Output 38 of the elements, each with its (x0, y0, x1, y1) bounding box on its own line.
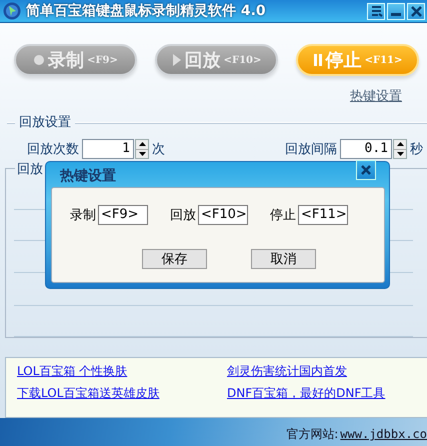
interval-label: 回放间隔 (285, 141, 337, 158)
close-icon (361, 165, 371, 175)
cancel-button[interactable]: 取消 (251, 249, 316, 269)
unit-label: 次 (152, 141, 165, 158)
spin-arrows-icon[interactable] (393, 139, 407, 159)
window-title: 简单百宝箱键盘鼠标录制精灵软件 4.0 (26, 2, 267, 20)
group-title: 回放设置 (19, 114, 71, 131)
spin-arrows-icon[interactable] (135, 139, 149, 159)
promo-link[interactable]: 剑灵伤害统计国内首发 (227, 363, 347, 380)
unit-label: 秒 (410, 141, 423, 158)
interval-field[interactable]: 0.1 (340, 139, 392, 159)
hotkey-field[interactable]: <F9> (98, 205, 148, 225)
pause-icon (312, 53, 323, 67)
count-label: 回放次数 (27, 141, 79, 158)
hotkey-settings-link[interactable]: 热键设置 (350, 87, 402, 105)
website-link[interactable]: www.jdbbx.co (340, 427, 427, 441)
minimize-icon (391, 12, 401, 16)
circle-icon (33, 54, 46, 66)
hotkey-label: 停止 (270, 207, 296, 224)
minimize-button[interactable] (387, 2, 405, 20)
menu-button[interactable] (367, 2, 385, 20)
hotkey-label: 录制 (70, 207, 96, 224)
dialog-title: 热键设置 (60, 167, 116, 185)
group-title: 回放 (15, 160, 45, 178)
hotkey-field[interactable]: <F11> (298, 205, 348, 225)
promo-link[interactable]: 下载LOL百宝箱送英雄皮肤 (17, 385, 160, 402)
hotkey-label: 回放 (170, 207, 196, 224)
count-field[interactable]: 1 (82, 139, 134, 159)
promo-link[interactable]: DNF百宝箱，最好的DNF工具 (227, 385, 386, 402)
save-button[interactable]: 保存 (142, 249, 207, 269)
close-icon (408, 4, 424, 18)
app-logo-icon (3, 2, 21, 20)
website-label: 官方网站: (286, 426, 338, 442)
close-button[interactable] (356, 160, 376, 180)
close-button[interactable] (407, 2, 425, 20)
hotkey-field[interactable]: <F10> (198, 205, 248, 225)
play-icon (172, 53, 182, 67)
promo-link[interactable]: LOL百宝箱 个性换肤 (17, 363, 128, 380)
